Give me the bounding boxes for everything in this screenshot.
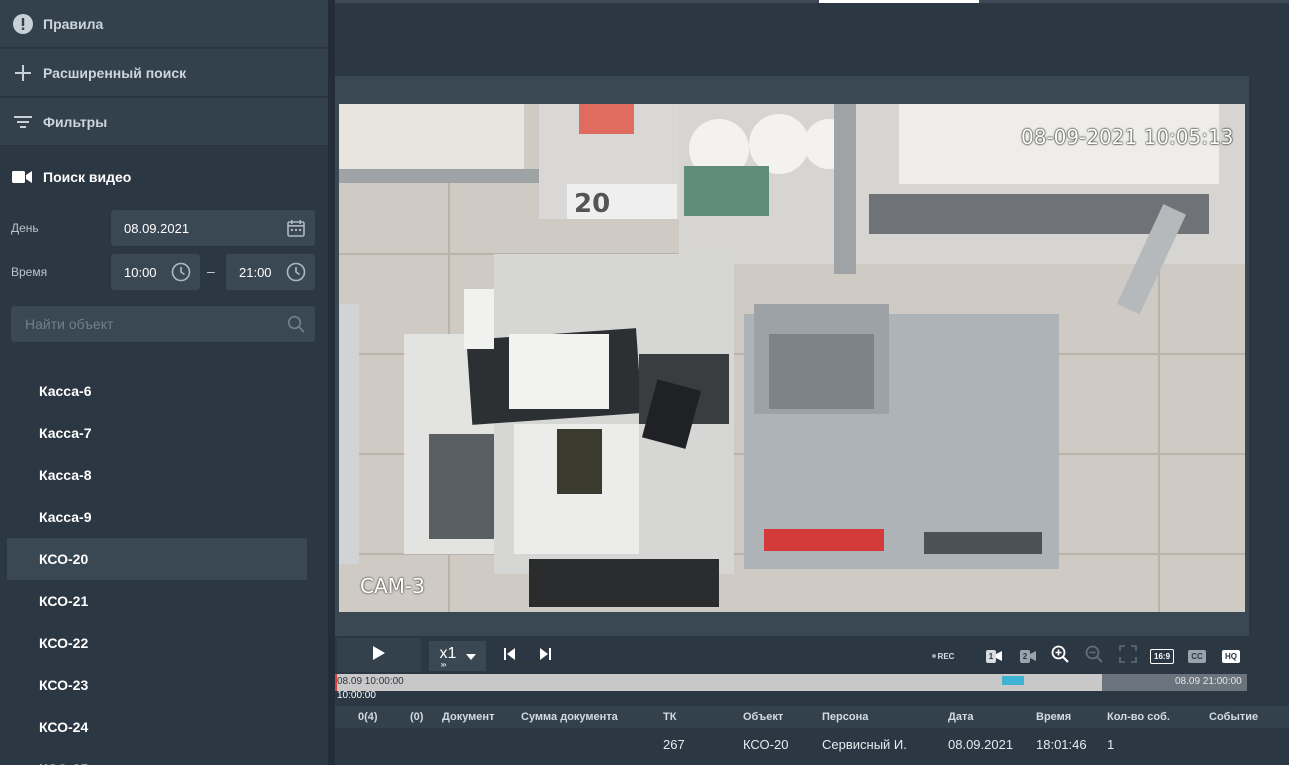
step-forward-icon [538, 647, 552, 666]
filters-label: Фильтры [43, 113, 108, 130]
rec-dot-icon [931, 654, 936, 658]
play-button[interactable] [337, 638, 421, 672]
table-row[interactable] [335, 729, 1289, 759]
timeline-current-time: 10:00:00 [335, 690, 378, 701]
rec-indicator[interactable]: REC [928, 648, 958, 664]
camera-2-icon [1030, 651, 1037, 661]
column-header[interactable]: (0) [410, 711, 423, 723]
plus-icon [12, 62, 34, 84]
zoom-out-icon [1085, 645, 1103, 668]
search-icon[interactable] [287, 315, 305, 333]
advanced-search-label: Расширенный поиск [43, 64, 187, 81]
day-field[interactable]: 08.09.2021 [111, 210, 315, 246]
object-item-kso-24[interactable]: КСО-24 [7, 706, 307, 748]
camera-2-badge: 2 [1019, 649, 1031, 663]
camera-2-button[interactable]: 2 [1016, 647, 1040, 665]
timeline-event-marker[interactable] [1002, 676, 1024, 685]
rec-label: REC [937, 651, 955, 661]
object-item-kso-22[interactable]: КСО-22 [7, 622, 307, 664]
fullscreen-icon [1119, 644, 1137, 668]
aspect-ratio-button[interactable]: 16:9 [1150, 648, 1175, 664]
time-from-field[interactable]: 10:00 [111, 254, 200, 290]
cell-tk: 267 [663, 737, 685, 752]
cc-label: CC [1188, 649, 1206, 663]
sidebar-divider [328, 0, 335, 765]
time-to-field[interactable]: 21:00 [226, 254, 315, 290]
column-header[interactable]: ТК [663, 711, 676, 723]
rules-label: Правила [43, 15, 104, 32]
hq-button[interactable]: HQ [1220, 648, 1242, 664]
column-header[interactable]: 0(4) [358, 711, 378, 723]
step-back-icon [503, 647, 517, 666]
cell-time: 18:01:46 [1036, 737, 1087, 752]
step-back-button[interactable] [502, 646, 518, 666]
day-label: День [11, 221, 39, 235]
object-item-kassa-8[interactable]: Касса-8 [7, 454, 307, 496]
video-frame[interactable]: 20 [339, 104, 1245, 612]
object-item-kassa-7[interactable]: Касса-7 [7, 412, 307, 454]
time-label: Время [11, 265, 48, 279]
object-item-kassa-6[interactable]: Касса-6 [7, 370, 307, 412]
cell-person: Сервисный И. [822, 737, 907, 752]
aspect-ratio-label: 16:9 [1150, 648, 1175, 664]
column-header[interactable]: Сумма документа [521, 711, 618, 723]
column-header[interactable]: Время [1036, 711, 1071, 723]
timeline-start-label: 08.09 10:00:00 [337, 676, 404, 687]
clock-icon[interactable] [171, 262, 191, 282]
object-search-input[interactable] [11, 306, 315, 342]
column-header[interactable]: Событие [1209, 711, 1258, 723]
top-tab-bar [335, 0, 1289, 3]
timeline-end-label: 08.09 21:00:00 [1175, 676, 1242, 687]
object-item-kso-25[interactable]: КСО-25 [7, 748, 307, 765]
play-icon [372, 645, 386, 666]
zoom-out-button[interactable] [1084, 645, 1104, 668]
hq-label: HQ [1222, 649, 1240, 663]
rules-item[interactable]: Правила [0, 0, 328, 48]
video-timestamp: 08-09-2021 10:05:13 [1021, 125, 1234, 149]
camera-1-button[interactable]: 1 [982, 647, 1006, 665]
clock-icon[interactable] [286, 262, 306, 282]
camera-1-icon [996, 651, 1003, 661]
filter-icon [12, 111, 34, 133]
cell-count: 1 [1107, 737, 1115, 752]
object-item-kso-21[interactable]: КСО-21 [7, 580, 307, 622]
video-search-label: Поиск видео [43, 169, 132, 185]
column-header[interactable]: Персона [822, 711, 868, 723]
camera-label: CAM-3 [360, 574, 425, 598]
object-item-kso-20[interactable]: КСО-20 [7, 538, 307, 580]
cc-button[interactable]: CC [1186, 648, 1208, 664]
time-separator: – [207, 263, 215, 279]
zoom-in-icon [1051, 645, 1069, 668]
step-forward-button[interactable] [537, 646, 553, 666]
object-item-kso-23[interactable]: КСО-23 [7, 664, 307, 706]
speed-selector[interactable]: x1 ››› [429, 641, 486, 671]
speed-subscript: ››› [440, 660, 447, 669]
video-camera-icon [12, 166, 34, 188]
column-header[interactable]: Кол-во соб. [1107, 711, 1170, 723]
calendar-icon[interactable] [286, 218, 306, 238]
cell-object: КСО-20 [743, 737, 789, 752]
column-header[interactable]: Объект [743, 711, 783, 723]
time-to-value: 21:00 [239, 264, 272, 280]
cell-date: 08.09.2021 [948, 737, 1014, 752]
object-item-kassa-9[interactable]: Касса-9 [7, 496, 307, 538]
chevron-down-icon [465, 647, 476, 665]
active-tab-indicator [819, 0, 979, 3]
advanced-search-item[interactable]: Расширенный поиск [0, 49, 328, 97]
filters-item[interactable]: Фильтры [0, 98, 328, 146]
column-header[interactable]: Дата [948, 711, 973, 723]
sidebar: Правила Расширенный поиск Фильтры Поиск … [0, 0, 328, 765]
column-header[interactable]: Документ [442, 711, 494, 723]
fullscreen-button[interactable] [1118, 644, 1138, 668]
zoom-in-button[interactable] [1050, 645, 1070, 668]
day-value: 08.09.2021 [124, 220, 190, 236]
camera-1-badge: 1 [985, 649, 997, 663]
exclamation-icon [12, 13, 34, 35]
time-from-value: 10:00 [124, 264, 157, 280]
svg-text:20: 20 [574, 189, 610, 219]
video-search-header[interactable]: Поиск видео [0, 158, 328, 196]
